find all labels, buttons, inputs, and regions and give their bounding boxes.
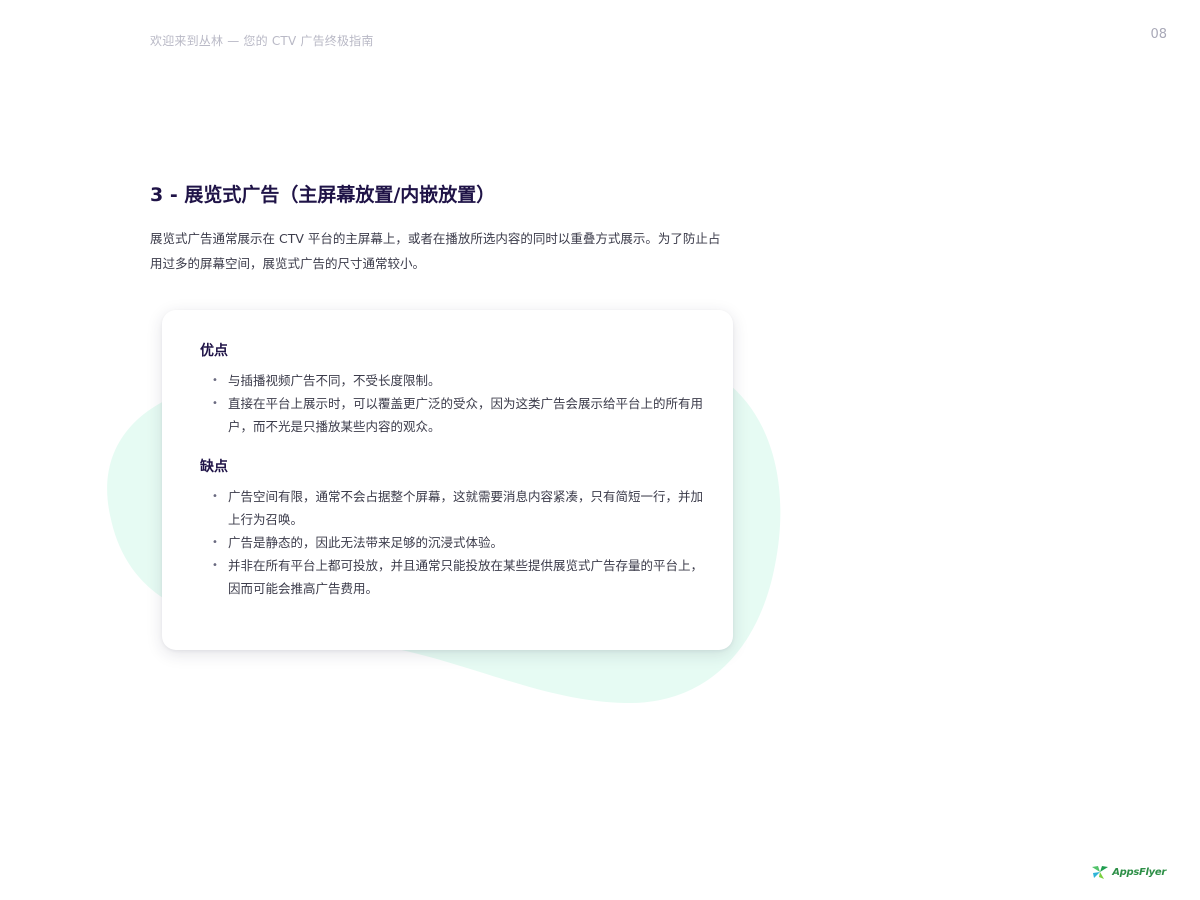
list-item-text: 并非在所有平台上都可投放，并且通常只能投放在某些提供展览式广告存量的平台上，因而… [228,558,704,596]
list-item: • 广告空间有限，通常不会占据整个屏幕，这就需要消息内容紧凑，只有简短一行，并加… [200,485,703,531]
list-item: • 并非在所有平台上都可投放，并且通常只能投放在某些提供展览式广告存量的平台上，… [200,554,703,600]
cons-list: • 广告空间有限，通常不会占据整个屏幕，这就需要消息内容紧凑，只有简短一行，并加… [200,485,703,600]
page-number: 08 [1150,27,1167,42]
pros-cons-card: 优点 • 与插播视频广告不同，不受长度限制。 • 直接在平台上展示时，可以覆盖更… [162,310,733,650]
section-heading: 3 - 展览式广告（主屏幕放置/内嵌放置） [150,184,496,206]
bullet-icon: • [212,560,218,571]
pros-heading: 优点 [200,343,228,359]
list-item: • 与插播视频广告不同，不受长度限制。 [200,369,703,392]
bullet-icon: • [212,491,218,502]
appsflyer-leaf-icon [1092,866,1109,879]
bullet-icon: • [212,375,218,386]
pros-list: • 与插播视频广告不同，不受长度限制。 • 直接在平台上展示时，可以覆盖更广泛的… [200,369,703,438]
list-item-text: 与插播视频广告不同，不受长度限制。 [228,373,441,388]
cons-heading: 缺点 [200,459,228,475]
list-item: • 广告是静态的，因此无法带来足够的沉浸式体验。 [200,531,703,554]
logo-text: AppsFlyer [1112,866,1166,878]
bullet-icon: • [212,398,218,409]
list-item-text: 直接在平台上展示时，可以覆盖更广泛的受众，因为这类广告会展示给平台上的所有用户，… [228,396,704,434]
page-header-title: 欢迎来到丛林 — 您的 CTV 广告终极指南 [150,34,374,48]
list-item: • 直接在平台上展示时，可以覆盖更广泛的受众，因为这类广告会展示给平台上的所有用… [200,392,703,438]
appsflyer-logo: AppsFlyer [1090,864,1166,880]
section-intro: 展览式广告通常展示在 CTV 平台的主屏幕上，或者在播放所选内容的同时以重叠方式… [150,231,721,271]
list-item-text: 广告空间有限，通常不会占据整个屏幕，这就需要消息内容紧凑，只有简短一行，并加上行… [228,489,704,527]
bullet-icon: • [212,537,218,548]
list-item-text: 广告是静态的，因此无法带来足够的沉浸式体验。 [228,535,504,550]
